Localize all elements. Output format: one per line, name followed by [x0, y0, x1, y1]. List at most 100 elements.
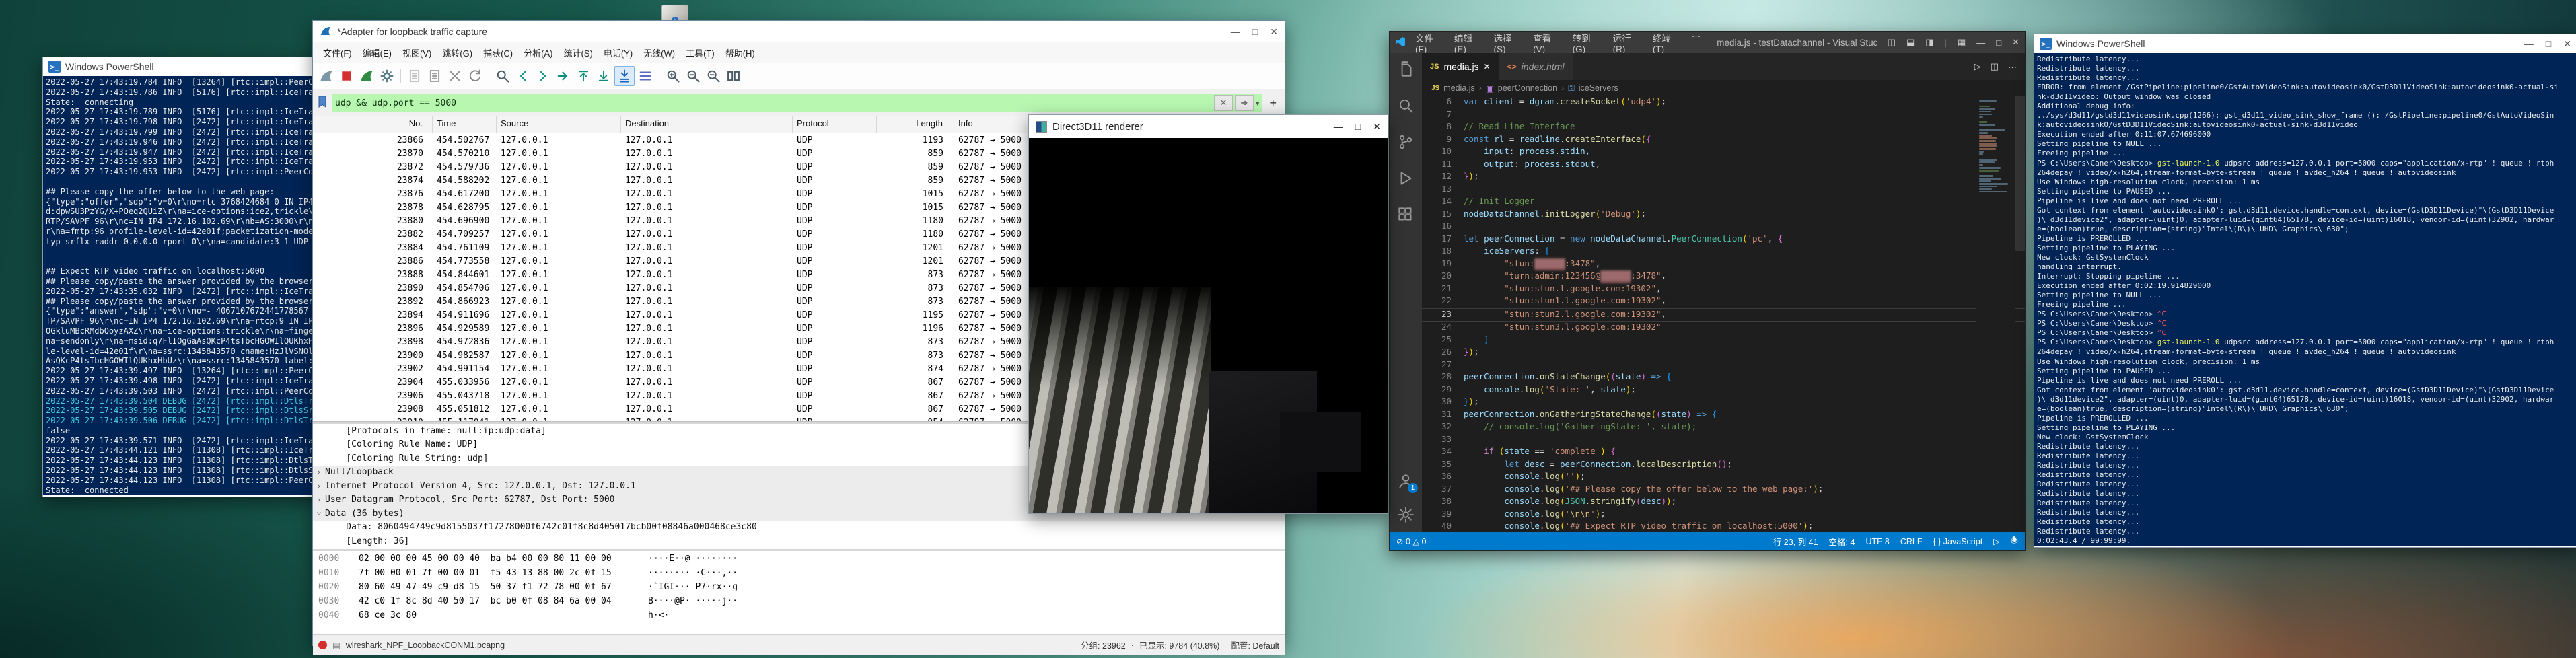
code-line[interactable]: 7 [1422, 109, 2025, 122]
title-bar[interactable]: Direct3D11 renderer — □ ✕ [1029, 115, 1388, 138]
menu-bar[interactable]: 文件(F)编辑(E)选择(S)查看(V)转到(G)运行(R)终端(T)··· [1410, 30, 1706, 56]
code-line[interactable]: 26}); [1422, 346, 2025, 359]
go-first-icon[interactable] [574, 67, 593, 85]
language-mode[interactable]: { } JavaScript [1933, 537, 1983, 546]
zoom-reset-icon[interactable] [704, 67, 723, 85]
packet-bytes-pane[interactable]: 000002 00 00 00 45 00 00 40 ba b4 00 00 … [313, 549, 1285, 634]
account-icon[interactable]: 1 [1396, 472, 1415, 490]
display-filter-input[interactable]: udp && udp.port == 5000 ✕ ➔ ▾ [332, 94, 1262, 112]
extensions-icon[interactable] [1396, 205, 1415, 224]
hex-row[interactable]: 000002 00 00 00 45 00 00 40 ba b4 00 00 … [313, 554, 1285, 568]
capture-stop-icon[interactable] [337, 67, 356, 85]
code-line[interactable]: 36 console.log(''); [1422, 471, 2025, 484]
terminal-output[interactable]: Redistribute latency...Redistribute late… [2034, 53, 2576, 546]
menu-item[interactable]: 转到(G) [1567, 30, 1606, 56]
code-line[interactable]: 39 console.log('\n\n'); [1422, 509, 2025, 521]
maximize-button[interactable]: □ [1355, 121, 1361, 133]
close-capture-icon[interactable] [445, 67, 464, 85]
toolbar[interactable] [313, 63, 1285, 89]
hex-row[interactable]: 00107f 00 00 01 7f 00 00 01 f5 43 13 88 … [313, 568, 1285, 582]
hex-row[interactable]: 004068 ce 3c 80h·<· [313, 610, 1285, 624]
resize-columns-icon[interactable] [724, 67, 743, 85]
zoom-out-icon[interactable] [684, 67, 703, 85]
code-line[interactable]: 29 console.log('State: ', state); [1422, 384, 2025, 397]
code-line[interactable]: 6var client = dgram.createSocket('udp4')… [1422, 96, 2025, 109]
run-file-icon[interactable]: ▷ [1974, 61, 1981, 72]
menu-item[interactable]: 查看(V) [1528, 30, 1566, 56]
maximize-button[interactable]: □ [1996, 38, 2001, 48]
activity-bar[interactable]: 1 [1390, 53, 1422, 532]
capture-start-icon[interactable] [317, 67, 336, 85]
minimize-button[interactable]: — [1334, 121, 1343, 133]
menu-item[interactable]: 统计(S) [559, 44, 597, 61]
close-button[interactable]: ✕ [2563, 38, 2571, 50]
code-line[interactable]: 33 [1422, 434, 2025, 447]
code-line[interactable]: 22 "stun:stun1.l.google.com:19302", [1422, 295, 2025, 308]
code-line[interactable]: 17let peerConnection = new nodeDataChann… [1422, 233, 2025, 246]
column-header-destination[interactable]: Destination [621, 116, 793, 133]
code-line[interactable]: 19 "stun:██████:3478", [1422, 258, 2025, 271]
filter-clear-button[interactable]: ✕ [1214, 95, 1233, 111]
go-back-icon[interactable] [513, 67, 532, 85]
code-line[interactable]: 35 let desc = peerConnection.localDescri… [1422, 459, 2025, 472]
vscode-window[interactable]: 文件(F)编辑(E)选择(S)查看(V)转到(G)运行(R)终端(T)··· m… [1389, 31, 2026, 551]
powershell-window-right[interactable]: >_ Windows PowerShell — □ ✕ Redistribute… [2034, 34, 2576, 548]
menu-item[interactable]: 选择(S) [1488, 30, 1526, 56]
code-editor[interactable]: 6var client = dgram.createSocket('udp4')… [1422, 96, 2025, 532]
column-header-time[interactable]: Time [433, 116, 497, 133]
d3d11-renderer-window[interactable]: Direct3D11 renderer — □ ✕ [1028, 114, 1388, 514]
layout-secondary-icon[interactable]: ◨ [1925, 37, 1933, 48]
errors-indicator[interactable]: ⊘ 0 △ 0 [1396, 536, 1426, 546]
code-line[interactable]: 40 console.log('## Expect RTP video traf… [1422, 521, 2025, 532]
code-line[interactable]: 12}); [1422, 171, 2025, 184]
profile-label[interactable]: 配置: Default [1231, 638, 1279, 651]
maximize-button[interactable]: □ [2546, 38, 2551, 50]
source-control-icon[interactable] [1396, 133, 1415, 151]
column-header-no[interactable]: No. [313, 116, 433, 133]
menu-item[interactable]: 捕获(C) [478, 44, 517, 61]
indentation[interactable]: 空格: 4 [1829, 535, 1855, 548]
bookmark-icon[interactable] [317, 95, 329, 112]
code-line[interactable]: 38 console.log(JSON.stringify(desc)); [1422, 496, 2025, 509]
code-line[interactable]: 14// Init Logger [1422, 196, 2025, 209]
code-line[interactable]: 31peerConnection.onGatheringStateChange(… [1422, 409, 2025, 422]
code-line[interactable]: 13 [1422, 184, 2025, 196]
scrollbar[interactable] [2015, 96, 2025, 251]
go-last-icon[interactable] [594, 67, 613, 85]
detail-row[interactable]: Data: 8060494749c9d8155037f17278000f6742… [313, 521, 1285, 535]
filter-bar[interactable]: udp && udp.port == 5000 ✕ ➔ ▾ + [313, 89, 1285, 116]
breadcrumb-file[interactable]: media.js [1443, 83, 1475, 93]
code-line[interactable]: 24 "stun:stun3.l.google.com:19302" [1422, 322, 2025, 334]
minimize-button[interactable]: — [1231, 26, 1240, 38]
menu-item[interactable]: 电话(Y) [599, 44, 637, 61]
close-button[interactable]: ✕ [1270, 26, 1278, 38]
maximize-button[interactable]: □ [1252, 26, 1258, 38]
code-line[interactable]: 21 "stun:stun.l.google.com:19302", [1422, 283, 2025, 296]
capture-restart-icon[interactable] [357, 67, 376, 85]
menu-item[interactable]: 跳转(G) [437, 44, 477, 61]
status-bar[interactable]: ⊘ 0 △ 0 行 23, 列 41 空格: 4 UTF-8 CRLF { } … [1390, 532, 2025, 550]
settings-gear-icon[interactable] [1396, 505, 1415, 524]
menu-item[interactable]: 文件(F) [1410, 30, 1447, 56]
breadcrumb-symbol[interactable]: peerConnection [1498, 83, 1557, 93]
code-line[interactable]: 25 ] [1422, 334, 2025, 347]
hex-row[interactable]: 003042 c0 1f 8c 8d 40 50 17 bc b0 0f 08 … [313, 596, 1285, 610]
auto-scroll-icon[interactable] [614, 66, 635, 86]
column-header-source[interactable]: Source [497, 116, 621, 133]
layout-sidebar-icon[interactable]: ◫ [1888, 37, 1896, 48]
find-packet-icon[interactable] [493, 67, 512, 85]
tab-bar[interactable]: JS media.js ✕ <> index.html ▷ ◫ ··· [1422, 53, 2025, 80]
filter-dropdown-caret[interactable]: ▾ [1256, 99, 1260, 108]
breadcrumb[interactable]: JS media.js › ▣ peerConnection › ⚿ iceSe… [1422, 80, 2025, 96]
code-line[interactable]: 18 iceServers: [ [1422, 246, 2025, 258]
close-button[interactable]: ✕ [1373, 121, 1381, 133]
column-header-protocol[interactable]: Protocol [793, 116, 877, 133]
code-line[interactable]: 9const rl = readline.createInterface({ [1422, 134, 2025, 147]
code-line[interactable]: 30}); [1422, 396, 2025, 409]
prettier-icon[interactable]: ▷ [1993, 536, 2000, 546]
menu-item[interactable]: 工具(T) [681, 44, 719, 61]
code-line[interactable]: 34 if (state == 'complete') { [1422, 446, 2025, 459]
capture-options-icon[interactable] [378, 67, 396, 85]
layout-panel-icon[interactable]: ⬓ [1906, 37, 1915, 48]
more-actions-icon[interactable]: ··· [2008, 62, 2017, 72]
